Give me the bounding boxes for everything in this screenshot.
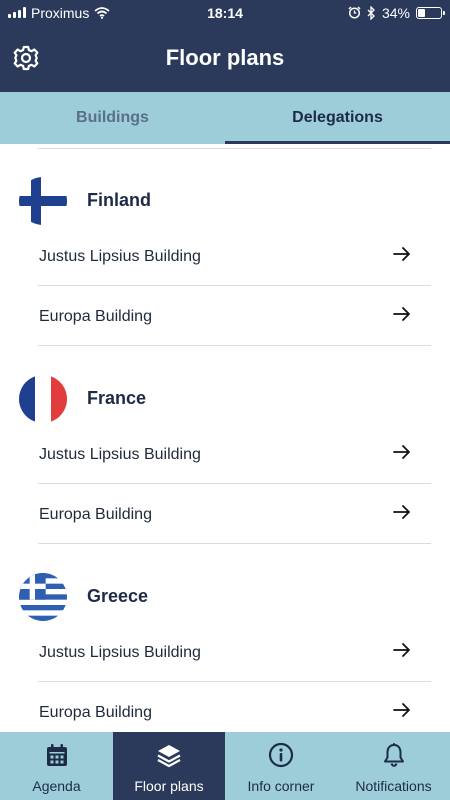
building-label: Europa Building [39,308,152,325]
status-right: 34% [348,4,445,21]
finland-flag-icon [19,177,67,225]
country-section-greece: Greece Justus Lipsius Building Europa Bu… [0,566,450,732]
building-label: Justus Lipsius Building [39,644,201,661]
building-label: Justus Lipsius Building [39,446,201,463]
carrier-name: Proximus [31,4,90,21]
list-item[interactable]: Europa Building [38,286,431,346]
app-header: Floor plans [0,25,450,92]
country-header: Greece [0,566,450,622]
france-flag-icon [19,375,67,423]
calendar-icon [46,744,67,766]
list-item[interactable]: Justus Lipsius Building [38,622,431,682]
alarm-icon [348,6,361,19]
arrow-right-icon [393,643,410,657]
status-left: Proximus [8,5,348,21]
list-item[interactable]: Justus Lipsius Building [38,424,431,484]
nav-label: Floor plans [134,778,204,794]
divider [38,148,431,149]
info-icon [268,742,294,768]
building-label: Europa Building [39,704,152,721]
arrow-right-icon [393,307,410,321]
arrow-right-icon [393,505,410,519]
nav-floor-plans[interactable]: Floor plans [113,732,225,800]
signal-icon [8,7,26,18]
greece-flag-icon [19,573,67,621]
list-item[interactable]: Justus Lipsius Building [38,226,431,286]
country-section-finland: Finland Justus Lipsius Building Europa B… [0,170,450,346]
layers-icon [157,745,181,768]
battery-icon [416,6,445,19]
battery-percent: 34% [381,4,410,21]
country-name: Finland [87,190,151,210]
country-name: France [87,388,147,408]
nav-notifications[interactable]: Notifications [337,732,450,800]
tab-delegations[interactable]: Delegations [225,92,450,144]
building-label: Justus Lipsius Building [39,248,201,265]
country-header: Finland [0,170,450,226]
list-item[interactable]: Europa Building [38,682,431,732]
bottom-tab-bar: Agenda Floor plans Info corner Notificat… [0,732,450,800]
status-bar: Proximus 18:14 34% [0,0,450,25]
country-name: Greece [87,586,149,606]
bluetooth-icon [367,5,375,20]
arrow-right-icon [393,445,410,459]
nav-label: Info corner [247,778,315,794]
bell-icon [383,743,404,767]
wifi-icon [94,6,110,19]
page-title: Floor plans [165,45,285,70]
nav-label: Agenda [32,778,81,794]
arrow-right-icon [393,247,410,261]
segmented-tabs: Buildings Delegations [0,92,450,144]
nav-label: Notifications [355,778,432,794]
nav-info-corner[interactable]: Info corner [225,732,337,800]
delegations-list[interactable]: Finland Justus Lipsius Building Europa B… [0,144,450,732]
country-section-france: France Justus Lipsius Building Europa Bu… [0,368,450,544]
country-header: France [0,368,450,424]
building-label: Europa Building [39,506,152,523]
list-item[interactable]: Europa Building [38,484,431,544]
nav-agenda[interactable]: Agenda [0,732,113,800]
arrow-right-icon [393,703,410,717]
tab-buildings[interactable]: Buildings [0,92,225,144]
battery-level [418,8,426,17]
